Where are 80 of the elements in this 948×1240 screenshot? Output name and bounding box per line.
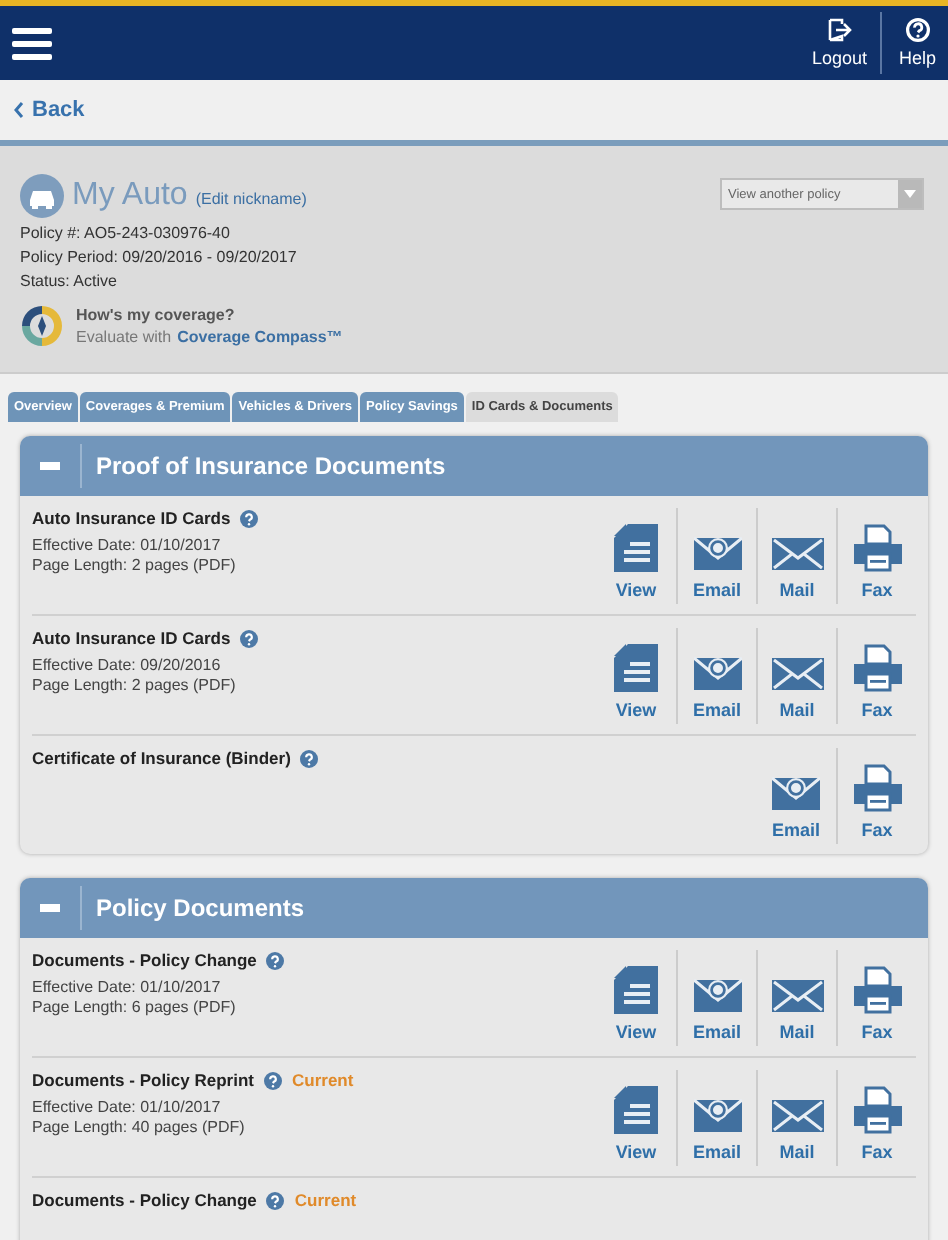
document-detail: Page Length: 6 pages (PDF) xyxy=(32,998,238,1018)
document-title: Auto Insurance ID Cards xyxy=(32,508,231,528)
fax-button[interactable]: Fax xyxy=(836,508,916,604)
minus-icon xyxy=(40,462,60,470)
back-link[interactable]: Back xyxy=(14,98,85,122)
email-button[interactable]: Email xyxy=(676,950,756,1046)
envelope-icon xyxy=(693,656,741,692)
section-title: Policy Documents xyxy=(94,894,305,922)
chevron-left-icon xyxy=(14,102,24,118)
document-title: Documents - Policy Change xyxy=(32,1190,257,1210)
printer-icon xyxy=(853,966,901,1014)
help-button[interactable]: Help xyxy=(880,12,948,74)
compass-icon xyxy=(20,304,64,348)
envelope-icon xyxy=(693,978,741,1014)
caret-down-icon xyxy=(904,190,916,198)
printer-icon xyxy=(853,1086,901,1134)
policy-detail: Policy #: AO5-243-030976-40 xyxy=(20,224,232,242)
document-detail: Effective Date: 01/10/2017 xyxy=(32,1098,223,1118)
status-label: Current xyxy=(294,1190,357,1210)
email-button[interactable]: Email xyxy=(676,1070,756,1166)
email-button[interactable]: Email xyxy=(676,628,756,724)
printer-icon xyxy=(853,524,901,572)
envelope-icon xyxy=(693,536,741,572)
coverage-compass-link[interactable]: Coverage Compass™ xyxy=(177,328,343,346)
view-button[interactable]: View xyxy=(596,1070,676,1166)
printer-icon xyxy=(853,644,901,692)
document-detail: Effective Date: 01/10/2017 xyxy=(32,536,223,556)
help-icon xyxy=(905,18,930,42)
fax-button[interactable]: Fax xyxy=(836,1070,916,1166)
document-title: Documents - Policy Change xyxy=(32,950,257,970)
help-icon xyxy=(300,749,319,767)
menu-icon[interactable] xyxy=(12,27,52,59)
view-button[interactable]: View xyxy=(596,508,676,604)
envelope-icon xyxy=(693,1098,741,1134)
envelope-icon xyxy=(771,1098,823,1134)
status-label: Current xyxy=(292,1070,354,1090)
mail-button[interactable]: Mail xyxy=(756,628,836,724)
help-icon xyxy=(264,1071,282,1089)
document-detail: Effective Date: 09/20/2016 xyxy=(32,656,223,676)
fax-button[interactable]: Fax xyxy=(836,950,916,1046)
help-icon xyxy=(240,629,259,647)
policy-title: My Auto xyxy=(72,178,188,214)
envelope-icon xyxy=(772,776,820,812)
coverage-question: How's my coverage? xyxy=(76,306,237,324)
document-detail: Page Length: 40 pages (PDF) xyxy=(32,1118,247,1138)
section-title: Proof of Insurance Documents xyxy=(94,452,446,480)
mail-button[interactable]: Mail xyxy=(756,1070,836,1166)
fax-button[interactable]: Fax xyxy=(836,748,916,844)
edit-nickname-link[interactable]: (Edit nickname) xyxy=(195,190,307,208)
document-icon xyxy=(614,1086,658,1134)
document-detail: Effective Date: 01/10/2017 xyxy=(32,978,223,998)
mail-button[interactable]: Mail xyxy=(756,950,836,1046)
document-title: Auto Insurance ID Cards xyxy=(32,628,231,648)
email-button[interactable]: Email xyxy=(756,748,836,844)
logout-button[interactable]: Logout xyxy=(797,6,881,80)
mail-button[interactable]: Mail xyxy=(756,508,836,604)
document-icon xyxy=(614,524,658,572)
email-button[interactable]: Email xyxy=(676,508,756,604)
fax-button[interactable]: Fax xyxy=(836,628,916,724)
document-icon xyxy=(614,966,658,1014)
view-button[interactable]: View xyxy=(596,628,676,724)
view-button[interactable]: View xyxy=(596,950,676,1046)
minus-icon xyxy=(40,904,60,912)
document-icon xyxy=(614,644,658,692)
help-icon xyxy=(240,509,259,527)
help-icon xyxy=(266,1191,285,1209)
help-icon xyxy=(266,951,285,969)
envelope-icon xyxy=(771,536,823,572)
document-detail: Page Length: 2 pages (PDF) xyxy=(32,556,238,576)
coverage-prompt: Evaluate with xyxy=(76,328,172,346)
document-title: Documents - Policy Reprint xyxy=(32,1070,254,1090)
car-icon xyxy=(20,174,64,218)
document-title: Certificate of Insurance (Binder) xyxy=(32,748,291,768)
printer-icon xyxy=(853,764,901,812)
envelope-icon xyxy=(771,978,823,1014)
document-detail: Page Length: 2 pages (PDF) xyxy=(32,676,238,696)
envelope-icon xyxy=(771,656,823,692)
policy-detail: Status: Active xyxy=(20,272,119,290)
logout-icon xyxy=(827,18,852,42)
policy-detail: Policy Period: 09/20/2016 - 09/20/2017 xyxy=(20,248,299,266)
